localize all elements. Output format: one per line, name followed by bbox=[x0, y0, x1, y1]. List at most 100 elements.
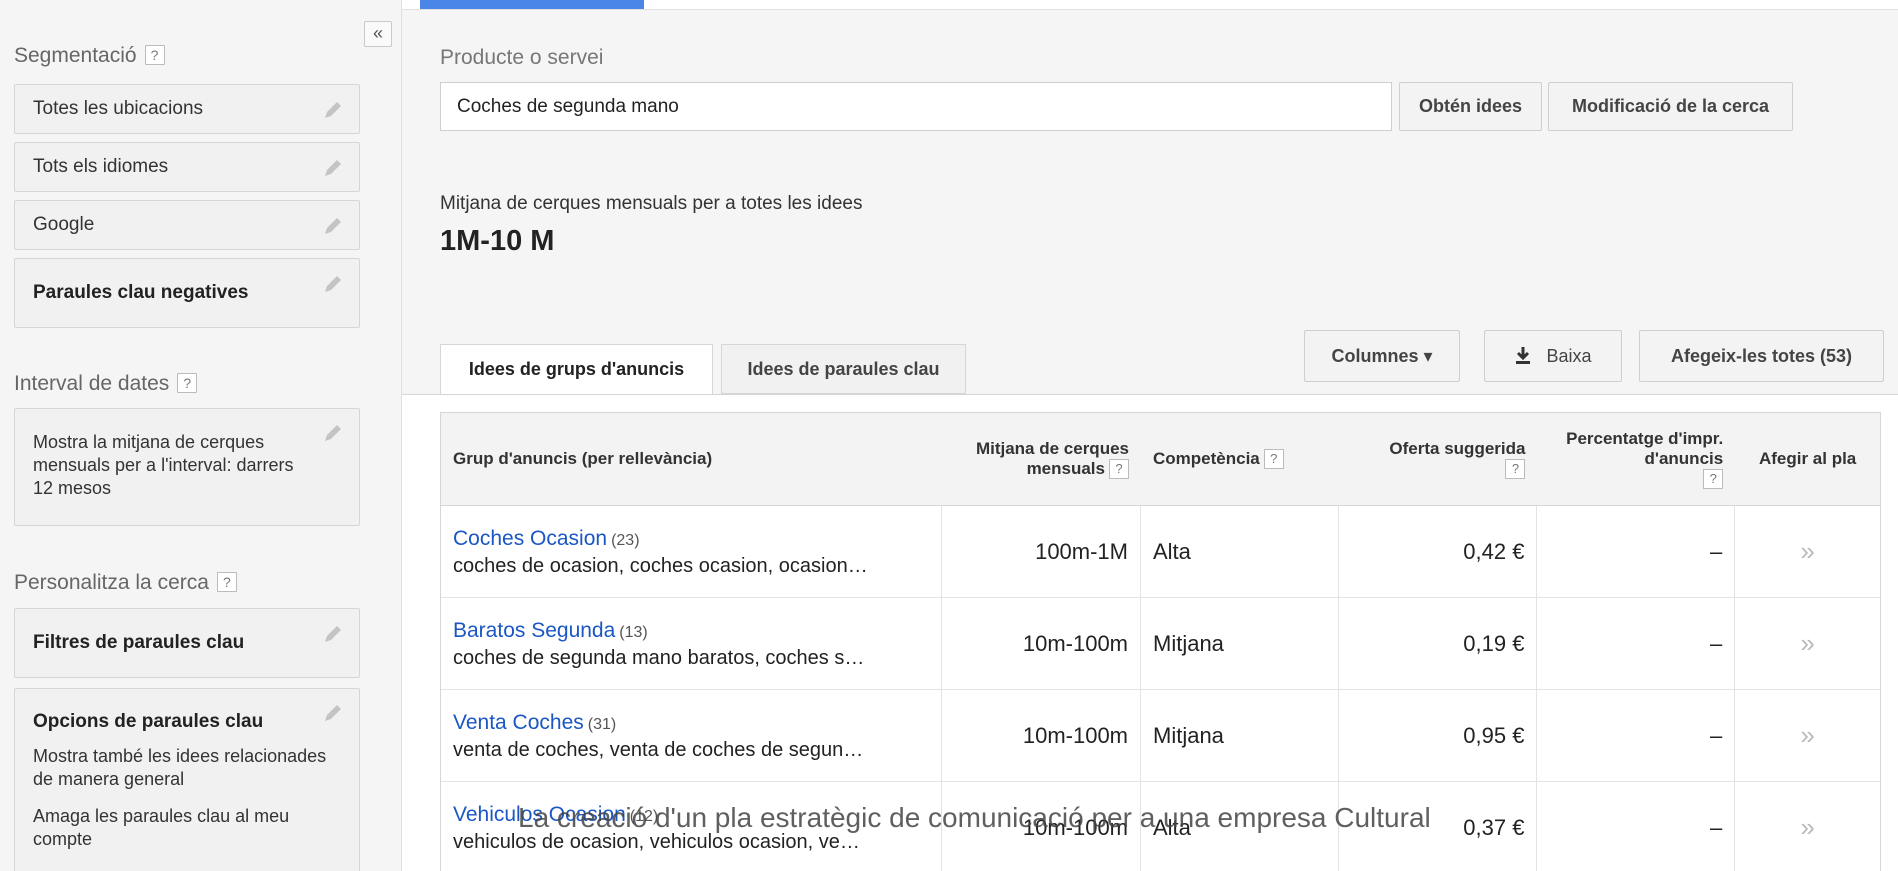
header-add-to-plan: Afegir al pla bbox=[1735, 413, 1880, 505]
tabs-divider bbox=[402, 394, 1898, 395]
help-icon[interactable]: ? bbox=[144, 45, 165, 65]
negative-keywords[interactable]: Paraules clau negatives bbox=[14, 258, 360, 328]
add-to-plan-cell: » bbox=[1735, 782, 1880, 871]
pencil-icon[interactable] bbox=[321, 622, 345, 646]
product-label: Producte o servei bbox=[440, 46, 604, 69]
group-keywords: coches de ocasion, coches ocasion, ocasi… bbox=[453, 555, 868, 577]
group-cell: Venta Coches (31) venta de coches, venta … bbox=[441, 690, 943, 781]
header-share-text: Percentatge d'impr. d'anuncis bbox=[1566, 428, 1724, 468]
share-cell: – bbox=[1537, 782, 1736, 871]
header-competition[interactable]: Competència? bbox=[1141, 413, 1339, 505]
pencil-icon[interactable] bbox=[321, 421, 345, 445]
share-cell: – bbox=[1537, 506, 1736, 597]
keyword-option-broad: Mostra també les idees relacionades de m… bbox=[33, 746, 327, 789]
keyword-options[interactable]: Opcions de paraules clau Mostra també le… bbox=[14, 688, 360, 871]
targeting-title-text: Segmentació bbox=[14, 44, 137, 67]
location-label: Totes les ubicacions bbox=[33, 98, 204, 119]
header-suggested-bid[interactable]: Oferta suggerida? bbox=[1339, 413, 1538, 505]
date-range-box[interactable]: Mostra la mitjana de cerques mensuals pe… bbox=[14, 408, 360, 526]
pencil-icon[interactable] bbox=[321, 156, 345, 180]
group-link[interactable]: Baratos Segunda bbox=[453, 619, 615, 642]
group-keywords: coches de segunda mano baratos, coches s… bbox=[453, 647, 865, 669]
share-cell: – bbox=[1537, 690, 1736, 781]
avg-searches-value: 1M-10 M bbox=[440, 225, 555, 257]
tab-ad-group-ideas[interactable]: Idees de grups d'anuncis bbox=[440, 344, 713, 395]
keyword-filters-label: Filtres de paraules clau bbox=[33, 632, 245, 653]
avg-searches-cell: 100m-1M bbox=[942, 506, 1141, 597]
pencil-icon[interactable] bbox=[321, 701, 345, 725]
negative-keywords-label: Paraules clau negatives bbox=[33, 282, 249, 303]
avg-searches-cell: 10m-100m bbox=[942, 598, 1141, 689]
customize-title-text: Personalitza la cerca bbox=[14, 571, 209, 594]
header-avg-text: Mitjana de cerques mensuals bbox=[975, 438, 1129, 478]
pencil-icon[interactable] bbox=[321, 98, 345, 122]
network-targeting[interactable]: Google bbox=[14, 200, 360, 250]
top-tab-indicator bbox=[420, 0, 644, 9]
add-all-button[interactable]: Afegeix-les totes (53) bbox=[1639, 330, 1884, 382]
get-ideas-button[interactable]: Obtén idees bbox=[1399, 82, 1542, 131]
header-competition-text: Competència bbox=[1153, 449, 1260, 468]
date-range-title-text: Interval de dates bbox=[14, 372, 170, 395]
location-targeting[interactable]: Totes les ubicacions bbox=[14, 84, 360, 134]
header-impr-share[interactable]: Percentatge d'impr. d'anuncis? bbox=[1537, 413, 1735, 505]
group-cell: Baratos Segunda (13) coches de segunda ma… bbox=[441, 598, 943, 689]
caption-overlay: La creació d'un pla estratègic de comuni… bbox=[518, 802, 1431, 833]
pencil-icon[interactable] bbox=[321, 214, 345, 238]
product-search-input[interactable]: Coches de segunda mano bbox=[440, 82, 1392, 131]
group-link[interactable]: Venta Coches bbox=[453, 711, 584, 734]
table-row: Baratos Segunda (13) coches de segunda ma… bbox=[441, 598, 1880, 690]
competition-cell: Mitjana bbox=[1141, 690, 1339, 781]
group-cell: Coches Ocasion (23) coches de ocasion, co… bbox=[441, 506, 943, 597]
help-icon[interactable]: ? bbox=[1703, 469, 1724, 490]
group-count: (23) bbox=[611, 532, 640, 549]
language-label: Tots els idiomes bbox=[33, 156, 169, 177]
modify-search-button[interactable]: Modificació de la cerca bbox=[1548, 82, 1793, 131]
sidebar: « Segmentació? Totes les ubicacions Tots… bbox=[0, 0, 402, 871]
add-to-plan-cell: » bbox=[1735, 598, 1880, 689]
help-icon[interactable]: ? bbox=[1109, 459, 1129, 480]
keyword-filters[interactable]: Filtres de paraules clau bbox=[14, 608, 360, 678]
competition-cell: Alta bbox=[1141, 506, 1339, 597]
help-icon[interactable]: ? bbox=[216, 572, 237, 592]
share-cell: – bbox=[1537, 598, 1736, 689]
help-icon[interactable]: ? bbox=[1263, 449, 1284, 469]
group-count: (13) bbox=[619, 624, 648, 641]
header-group[interactable]: Grup d'anuncis (per rellevància) bbox=[441, 413, 942, 505]
table-header: Grup d'anuncis (per rellevància) Mitjana… bbox=[441, 413, 1880, 506]
date-range-text: Mostra la mitjana de cerques mensuals pe… bbox=[33, 432, 294, 498]
help-icon[interactable]: ? bbox=[177, 373, 198, 393]
add-to-plan-icon[interactable]: » bbox=[1800, 536, 1814, 567]
pencil-icon[interactable] bbox=[321, 272, 345, 296]
header-avg-searches[interactable]: Mitjana de cerques mensuals? bbox=[942, 413, 1141, 505]
date-range-title: Interval de dates? bbox=[14, 372, 198, 396]
download-icon bbox=[1514, 331, 1532, 381]
add-to-plan-icon[interactable]: » bbox=[1800, 812, 1814, 843]
download-button[interactable]: Baixa bbox=[1484, 330, 1622, 382]
language-targeting[interactable]: Tots els idiomes bbox=[14, 142, 360, 192]
table-row: Venta Coches (31) venta de coches, venta … bbox=[441, 690, 1880, 782]
bid-cell: 0,42 € bbox=[1339, 506, 1538, 597]
add-to-plan-icon[interactable]: » bbox=[1800, 628, 1814, 659]
bid-cell: 0,19 € bbox=[1339, 598, 1538, 689]
keyword-option-hide: Amaga les paraules clau al meu compte bbox=[33, 806, 290, 849]
group-link[interactable]: Coches Ocasion bbox=[453, 527, 607, 550]
table-row: Coches Ocasion (23) coches de ocasion, co… bbox=[441, 506, 1880, 598]
bid-cell: 0,95 € bbox=[1339, 690, 1538, 781]
add-to-plan-icon[interactable]: » bbox=[1800, 720, 1814, 751]
group-count: (31) bbox=[587, 716, 617, 733]
network-label: Google bbox=[33, 214, 95, 235]
download-label: Baixa bbox=[1546, 346, 1592, 366]
collapse-sidebar-button[interactable]: « bbox=[364, 21, 392, 47]
competition-cell: Mitjana bbox=[1141, 598, 1339, 689]
group-keywords: venta de coches, venta de coches de segu… bbox=[453, 739, 864, 761]
add-to-plan-cell: » bbox=[1735, 690, 1880, 781]
targeting-title: Segmentació? bbox=[14, 44, 165, 68]
avg-searches-label: Mitjana de cerques mensuals per a totes … bbox=[440, 193, 863, 214]
columns-button[interactable]: Columnes ▾ bbox=[1304, 330, 1460, 382]
header-bid-text: Oferta suggerida bbox=[1389, 438, 1526, 458]
header-group-text: Grup d'anuncis (per rellevància) bbox=[453, 449, 713, 468]
customize-title: Personalitza la cerca? bbox=[14, 571, 237, 595]
tab-keyword-ideas[interactable]: Idees de paraules clau bbox=[721, 344, 966, 394]
header-add-text: Afegir al pla bbox=[1758, 449, 1857, 468]
help-icon[interactable]: ? bbox=[1505, 459, 1526, 480]
